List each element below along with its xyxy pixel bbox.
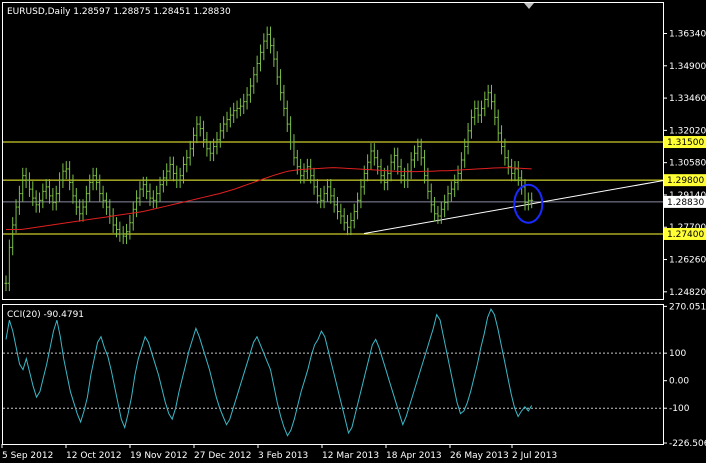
- price-tick-label: 1.36340: [669, 29, 706, 39]
- price-tick-label: 1.33460: [669, 94, 706, 104]
- chart-window[interactable]: 1.363401.349001.334601.320201.305801.291…: [0, 0, 706, 463]
- cci-tick-label: -100: [669, 404, 690, 414]
- x-tick-label: 27 Dec 2012: [194, 451, 252, 461]
- chart-background: [0, 0, 706, 463]
- cci-tick-label: 270.051: [669, 302, 706, 312]
- level-badge-label: 1.27400: [667, 230, 704, 240]
- cci-title: CCI(20) -90.4791: [7, 310, 84, 320]
- current-price-label: 1.28830: [667, 198, 704, 208]
- x-tick-label: 2 Jul 2013: [512, 451, 557, 461]
- price-tick-label: 1.32020: [669, 126, 706, 136]
- x-tick-label: 18 Apr 2013: [386, 451, 442, 461]
- cci-tick-label: 0.00: [669, 377, 689, 387]
- level-badge-label: 1.31500: [667, 138, 704, 148]
- price-tick-label: 1.34900: [669, 62, 706, 72]
- x-tick-label: 12 Oct 2012: [66, 451, 122, 461]
- cci-tick-label: 100: [669, 349, 686, 359]
- x-tick-label: 19 Nov 2012: [130, 451, 188, 461]
- x-tick-label: 3 Feb 2013: [258, 451, 308, 461]
- price-tick-label: 1.30580: [669, 159, 706, 169]
- cci-tick-label: -226.5064: [669, 439, 706, 449]
- level-badge-label: 1.29800: [667, 176, 704, 186]
- x-tick-label: 12 Mar 2013: [322, 451, 379, 461]
- price-tick-label: 1.24820: [669, 288, 706, 298]
- x-tick-label: 26 May 2013: [450, 451, 509, 461]
- price-tick-label: 1.26260: [669, 256, 706, 266]
- x-tick-label: 5 Sep 2012: [2, 451, 53, 461]
- chart-title: EURUSD,Daily 1.28597 1.28875 1.28451 1.2…: [7, 7, 231, 17]
